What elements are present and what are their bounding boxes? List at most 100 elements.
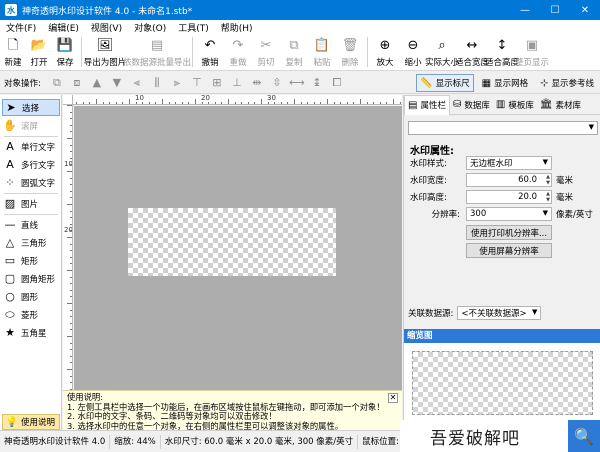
menu-tools[interactable]: 工具(T) bbox=[172, 21, 215, 34]
tool-line[interactable]: — 直线 bbox=[2, 216, 60, 233]
toolbar-button-new-file[interactable]: 🗋 新建 bbox=[0, 35, 26, 69]
use-screen-dpi-button[interactable]: 使用屏幕分辨率 bbox=[466, 243, 552, 258]
ruler-tick bbox=[373, 102, 374, 104]
dpi-select[interactable]: 300 ▼ bbox=[466, 207, 552, 221]
tab-library[interactable]: 🏛 素材库 bbox=[537, 95, 584, 115]
tool-arrow-cursor[interactable]: ➤ 选择 bbox=[2, 99, 60, 116]
spinner-icon[interactable]: ▲ ▼ bbox=[546, 191, 550, 203]
toolbar-button-export-image[interactable]: 🖼 导出为图片 bbox=[84, 35, 127, 69]
toolbar-button-fit-height[interactable]: ↕ 适合高度 bbox=[485, 35, 519, 69]
width-input[interactable]: 60.0 ▲ ▼ bbox=[466, 173, 552, 187]
group-icon[interactable]: ⧠ bbox=[327, 75, 347, 91]
toolbar-button-zoom-in[interactable]: ⊕ 放大 bbox=[371, 35, 399, 69]
redo-icon: ↷ bbox=[232, 38, 244, 53]
ruler-tick bbox=[70, 112, 72, 113]
ruler-tick bbox=[70, 323, 72, 324]
help-close-button[interactable]: ✕ bbox=[388, 393, 398, 403]
vertical-ruler: 10 20 bbox=[63, 105, 73, 390]
send-back-icon[interactable]: ⧈ bbox=[67, 75, 87, 91]
tab-database[interactable]: ⛁ 数据库 bbox=[450, 95, 493, 115]
toolbar-button-undo[interactable]: ↶ 撤销 bbox=[196, 35, 224, 69]
toolbar-button-cut[interactable]: ✂ 剪切 bbox=[252, 35, 280, 69]
lightbulb-icon: 💡 bbox=[5, 416, 19, 428]
spinner-icon[interactable]: ▲ ▼ bbox=[546, 174, 550, 186]
toolbar-button-batch-export[interactable]: ▤ 依数据源批量导出 bbox=[123, 35, 191, 69]
same-height-icon[interactable]: ↨ bbox=[307, 75, 327, 91]
toolbar-button-open-folder[interactable]: 📂 打开 bbox=[26, 35, 52, 69]
line-icon: — bbox=[4, 218, 16, 231]
data-source-select[interactable]: <不关联数据源> ▼ bbox=[457, 306, 542, 320]
toolbar-button-zoom-out[interactable]: ⊖ 缩小 bbox=[399, 35, 427, 69]
distribute-h-icon[interactable]: ⇹ bbox=[247, 75, 267, 91]
tool-multi-line-text[interactable]: A 多行文字 bbox=[2, 156, 60, 173]
ruler-tick bbox=[340, 102, 341, 104]
menu-view[interactable]: 视图(V) bbox=[85, 21, 128, 34]
fit-height-icon: ↕ bbox=[496, 38, 508, 53]
toggle-guide[interactable]: ⊹ 显示参考线 bbox=[536, 74, 598, 92]
ruler-tick bbox=[129, 99, 130, 104]
menu-edit[interactable]: 编辑(E) bbox=[42, 21, 85, 34]
tool-circle[interactable]: ○ 圆形 bbox=[2, 288, 60, 305]
tab-properties[interactable]: ▤ 属性栏 bbox=[404, 94, 450, 115]
menu-file[interactable]: 文件(F) bbox=[0, 21, 42, 34]
menu-help[interactable]: 帮助(H) bbox=[215, 21, 259, 34]
align-bottom-icon[interactable]: ⊥ bbox=[227, 75, 247, 91]
height-value: 20.0 bbox=[518, 192, 537, 202]
ruler-label: 30 bbox=[267, 95, 276, 102]
ruler-tick bbox=[248, 102, 249, 104]
tool-rectangle[interactable]: ▭ 矩形 bbox=[2, 252, 60, 269]
toolbar-button-full-page[interactable]: ▣ 整页显示 bbox=[515, 35, 549, 69]
align-top-icon[interactable]: ⊤ bbox=[187, 75, 207, 91]
menu-object[interactable]: 对象(O) bbox=[128, 21, 172, 34]
zoom-out-icon: ⊖ bbox=[407, 38, 419, 53]
ruler-tick bbox=[142, 102, 143, 104]
tab-template[interactable]: ▥ 模板库 bbox=[493, 95, 537, 115]
toolbar-button-paste[interactable]: 📋 粘贴 bbox=[308, 35, 336, 69]
bring-front-icon[interactable]: ⧉ bbox=[47, 75, 67, 91]
tool-image[interactable]: ▨ 图片 bbox=[2, 195, 60, 212]
save-icon: 💾 bbox=[56, 38, 74, 53]
tool-label: 单行文字 bbox=[21, 142, 56, 153]
toolbar-button-copy[interactable]: ⧉ 复制 bbox=[280, 35, 308, 69]
toolbar-button-fit-width[interactable]: ↔ 适合宽度 bbox=[455, 35, 489, 69]
minimize-button[interactable]: — bbox=[510, 0, 540, 20]
toggle-ruler[interactable]: 📏 显示标尺 bbox=[416, 74, 474, 92]
ruler-tick bbox=[367, 102, 368, 104]
object-selector-combo[interactable]: ▼ bbox=[408, 121, 598, 135]
align-middle-icon[interactable]: ⊞ bbox=[207, 75, 227, 91]
tool-ellipse[interactable]: ⬭ 菱形 bbox=[2, 306, 60, 323]
watermark-artboard[interactable] bbox=[128, 208, 336, 276]
ruler-tick bbox=[67, 204, 72, 205]
height-input[interactable]: 20.0 ▲ ▼ bbox=[466, 190, 552, 204]
same-width-icon[interactable]: ⟷ bbox=[287, 75, 307, 91]
tool-rounded-rectangle[interactable]: ▢ 圆角矩形 bbox=[2, 270, 60, 287]
ruler-tick bbox=[347, 102, 348, 104]
design-canvas[interactable] bbox=[74, 106, 402, 390]
align-right-icon[interactable]: ⫸ bbox=[167, 75, 187, 91]
tool-arc-text[interactable]: ⁘ 圆弧文字 bbox=[2, 174, 60, 191]
move-down-icon[interactable]: ▼ bbox=[107, 75, 127, 91]
toolbar-button-redo[interactable]: ↷ 重做 bbox=[224, 35, 252, 69]
paste-icon: 📋 bbox=[313, 38, 331, 53]
distribute-v-icon[interactable]: ⇳ bbox=[267, 75, 287, 91]
toolbar-button-delete[interactable]: 🗑 删除 bbox=[336, 35, 364, 69]
rectangle-icon: ▭ bbox=[4, 254, 16, 267]
use-printer-dpi-button[interactable]: 使用打印机分辨率... bbox=[466, 225, 552, 240]
align-center-icon[interactable]: ⫼ bbox=[147, 75, 167, 91]
tool-single-line-text[interactable]: A 单行文字 bbox=[2, 138, 60, 155]
tool-hand[interactable]: ✋ 滚屏 bbox=[2, 117, 60, 134]
help-toggle-button[interactable]: 💡 使用说明 bbox=[2, 414, 60, 430]
ruler-tick bbox=[67, 105, 72, 106]
move-up-icon[interactable]: ▲ bbox=[87, 75, 107, 91]
align-left-icon[interactable]: ⫷ bbox=[127, 75, 147, 91]
tool-triangle[interactable]: △ 三角形 bbox=[2, 234, 60, 251]
maximize-button[interactable]: ☐ bbox=[540, 0, 570, 20]
close-button[interactable]: ✕ bbox=[570, 0, 600, 20]
toggle-grid[interactable]: ▦ 显示网格 bbox=[478, 74, 532, 92]
toolbar-button-actual-size[interactable]: ⌕ 实际大小 bbox=[425, 35, 459, 69]
tool-star[interactable]: ★ 五角星 bbox=[2, 324, 60, 341]
toolbar-button-save[interactable]: 💾 保存 bbox=[52, 35, 78, 69]
ruler-tick bbox=[67, 303, 72, 304]
style-select[interactable]: 无边框水印 ▼ bbox=[466, 156, 552, 170]
toolbar-separator bbox=[192, 37, 193, 67]
